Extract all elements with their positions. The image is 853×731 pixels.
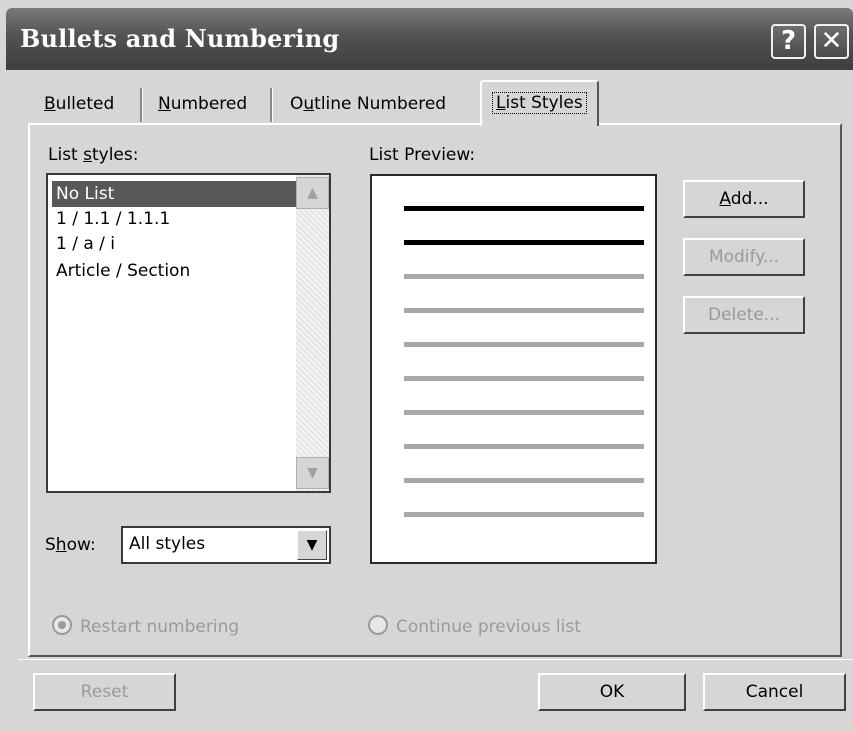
- tab-list-styles-label: List Styles: [492, 92, 587, 114]
- title-bar[interactable]: Bullets and Numbering ? ✕: [6, 8, 853, 70]
- list-preview-label: List Preview:: [369, 145, 476, 165]
- tab-numbered[interactable]: Numbered: [148, 85, 257, 123]
- preview-line: [404, 308, 644, 313]
- delete-button[interactable]: Delete...: [683, 296, 805, 334]
- preview-line: [404, 274, 644, 279]
- divider: [18, 659, 853, 660]
- chevron-down-icon: ▼: [306, 537, 318, 553]
- radio-checked-icon: [52, 615, 72, 635]
- list-preview-pane: [370, 174, 657, 564]
- preview-line: [404, 444, 644, 449]
- continue-previous-list-option[interactable]: Continue previous list: [368, 615, 581, 637]
- restart-numbering-label: Restart numbering: [80, 617, 240, 637]
- preview-line: [404, 342, 644, 347]
- tab-outline-accel: u: [303, 94, 315, 114]
- dropdown-arrow-button[interactable]: ▼: [297, 530, 327, 560]
- dialog-title: Bullets and Numbering: [20, 24, 340, 53]
- scroll-up-button[interactable]: ▲: [296, 177, 329, 209]
- preview-line: [404, 206, 644, 211]
- restart-numbering-option[interactable]: Restart numbering: [52, 615, 239, 637]
- arrow-down-icon: ▼: [307, 465, 318, 481]
- reset-button[interactable]: Reset: [33, 673, 176, 711]
- list-item[interactable]: 1 / 1.1 / 1.1.1: [52, 206, 298, 232]
- list-item[interactable]: Article / Section: [52, 258, 298, 284]
- tab-bulleted-accel: B: [44, 94, 56, 114]
- tab-outline-label-start: O: [290, 94, 304, 114]
- preview-line: [404, 512, 644, 517]
- preview-line: [404, 240, 644, 245]
- tab-numbered-label: umbered: [170, 94, 248, 114]
- cancel-button[interactable]: Cancel: [703, 673, 846, 711]
- preview-line: [404, 376, 644, 381]
- close-icon: ✕: [820, 26, 843, 56]
- tab-outline-numbered[interactable]: Outline Numbered: [280, 85, 456, 123]
- tab-numbered-accel: N: [158, 94, 171, 114]
- tab-separator: [270, 88, 273, 122]
- ok-button[interactable]: OK: [538, 673, 686, 711]
- show-dropdown[interactable]: All styles ▼: [121, 526, 331, 564]
- list-item[interactable]: No List: [52, 181, 298, 207]
- modify-button[interactable]: Modify...: [683, 238, 805, 276]
- add-accel: A: [719, 189, 731, 209]
- tab-separator: [140, 88, 143, 122]
- close-button[interactable]: ✕: [814, 24, 849, 59]
- tab-bulleted[interactable]: Bulleted: [34, 85, 124, 123]
- list-item[interactable]: 1 / a / i: [52, 231, 298, 257]
- add-label: dd...: [730, 189, 769, 209]
- continue-previous-list-label: Continue previous list: [396, 617, 581, 637]
- preview-line: [404, 410, 644, 415]
- show-selected-value: All styles: [129, 534, 206, 554]
- arrow-up-icon: ▲: [307, 185, 318, 201]
- preview-line: [404, 478, 644, 483]
- list-styles-label: List styles:: [48, 145, 139, 165]
- bullets-and-numbering-dialog: Bullets and Numbering ? ✕ Bulleted Numbe…: [0, 0, 853, 731]
- scroll-down-button[interactable]: ▼: [296, 457, 329, 489]
- tab-outline-label-rest: tline Numbered: [314, 94, 447, 114]
- list-scrollbar[interactable]: ▲ ▼: [296, 175, 329, 491]
- tab-bulleted-label: ulleted: [55, 94, 115, 114]
- radio-unchecked-icon: [368, 615, 388, 635]
- show-label: Show:: [45, 535, 96, 555]
- list-styles-listbox[interactable]: No List 1 / 1.1 / 1.1.1 1 / a / i Articl…: [46, 173, 331, 493]
- question-mark-icon: ?: [780, 26, 797, 56]
- help-button[interactable]: ?: [771, 24, 806, 59]
- tab-list-styles[interactable]: List Styles: [480, 80, 599, 126]
- add-button[interactable]: Add...: [683, 180, 805, 218]
